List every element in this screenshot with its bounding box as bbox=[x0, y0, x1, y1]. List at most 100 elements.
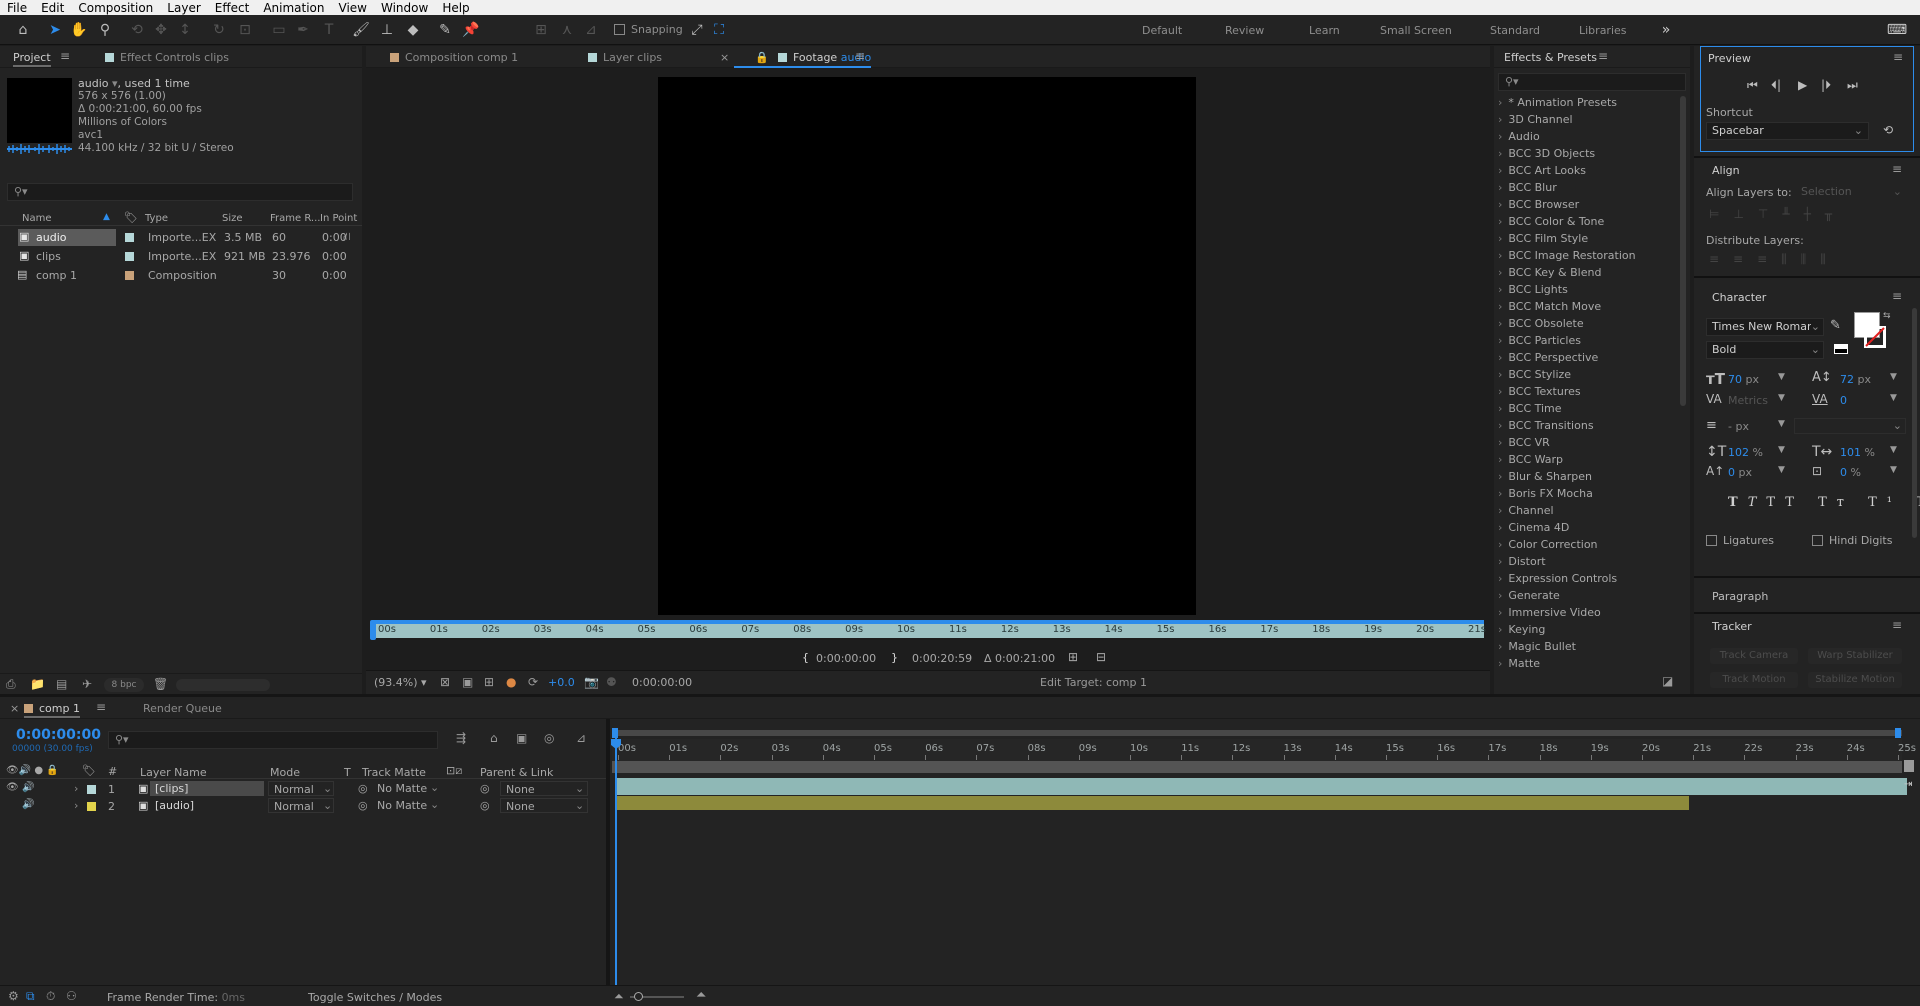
effects-category-item[interactable]: › Magic Bullet bbox=[1498, 640, 1576, 653]
zoom-slider-handle[interactable] bbox=[634, 992, 643, 1001]
horizontal-scale-field[interactable]: 101 % bbox=[1840, 446, 1875, 459]
font-size-field[interactable]: 70 px bbox=[1728, 373, 1759, 386]
bit-depth-button[interactable]: 8 bpc bbox=[104, 678, 144, 692]
tracking-field[interactable]: 0 bbox=[1840, 394, 1847, 407]
dolly-tool-icon[interactable]: ↕ bbox=[174, 19, 196, 41]
pan-tool-icon[interactable]: ✥ bbox=[150, 19, 172, 41]
tab-effect-controls[interactable]: Effect Controls clips bbox=[105, 51, 229, 64]
new-preset-icon[interactable]: ◪ bbox=[1662, 674, 1673, 688]
last-frame-icon[interactable]: ⏭ bbox=[1847, 78, 1858, 93]
transfer-controls-toggle-icon[interactable]: ⧉ bbox=[26, 989, 35, 1004]
hindi-digits-toggle[interactable]: Hindi Digits bbox=[1812, 534, 1892, 547]
ligatures-toggle[interactable]: Ligatures bbox=[1706, 534, 1774, 547]
timeline-splitter[interactable] bbox=[606, 719, 610, 1006]
chevron-down-icon[interactable]: ▼ bbox=[1890, 372, 1897, 382]
snap-features-icon[interactable]: ⛶ bbox=[708, 19, 730, 41]
layer-bar-audio[interactable] bbox=[617, 796, 1689, 810]
chevron-down-icon[interactable]: ▼ bbox=[1778, 465, 1785, 475]
ripple-insert-icon[interactable]: ⊞ bbox=[1068, 650, 1078, 664]
workspace-small-screen[interactable]: Small Screen bbox=[1380, 24, 1452, 37]
magnification-dropdown[interactable]: (93.4%) ▾ bbox=[374, 676, 427, 689]
footage-preview-canvas[interactable] bbox=[658, 77, 1196, 615]
blend-mode-dropdown[interactable]: Normal ⌄ bbox=[268, 781, 334, 796]
effects-category-item[interactable]: › BCC Blur bbox=[1498, 181, 1557, 194]
label-column-icon[interactable]: 🏷 bbox=[124, 211, 138, 224]
effects-category-item[interactable]: › Matte bbox=[1498, 657, 1540, 670]
render-time-toggle-icon[interactable]: ⚇ bbox=[66, 989, 77, 1003]
timeline-layer-row[interactable]: 🔊 › 2 ▣ [audio] Normal ⌄ ◎ No Matte ⌄ ◎ None ⌄ bbox=[0, 798, 606, 814]
swap-colors-icon[interactable]: ⇆ bbox=[1883, 311, 1891, 321]
parent-pickwhip-icon[interactable]: ◎ bbox=[480, 799, 490, 812]
chevron-down-icon[interactable]: ▼ bbox=[1778, 419, 1785, 429]
distribute-buttons-row[interactable]: ≡≡≡⫼⫼⫼ bbox=[1709, 252, 1840, 267]
effects-category-item[interactable]: › BCC Color & Tone bbox=[1498, 215, 1604, 228]
effects-category-item[interactable]: › BCC Perspective bbox=[1498, 351, 1598, 364]
effects-category-item[interactable]: › BCC Stylize bbox=[1498, 368, 1571, 381]
chevron-down-icon[interactable]: ▼ bbox=[1778, 372, 1785, 382]
effects-category-item[interactable]: › BCC Transitions bbox=[1498, 419, 1594, 432]
effects-category-item[interactable]: › BCC Key & Blend bbox=[1498, 266, 1601, 279]
effects-menu-icon[interactable]: ≡ bbox=[1598, 49, 1608, 63]
tsume-field[interactable]: 0 % bbox=[1840, 466, 1861, 479]
snapping-toggle[interactable]: Snapping bbox=[614, 23, 683, 36]
parent-pickwhip-icon[interactable]: ◎ bbox=[480, 782, 490, 795]
vertical-scale-field[interactable]: 102 % bbox=[1728, 446, 1763, 459]
comp-marker-bin-icon[interactable] bbox=[1904, 760, 1914, 772]
kerning-field[interactable]: Metrics bbox=[1728, 394, 1768, 407]
menu-layer[interactable]: Layer bbox=[160, 1, 207, 15]
effects-category-item[interactable]: › BCC Image Restoration bbox=[1498, 249, 1636, 262]
workspace-review[interactable]: Review bbox=[1225, 24, 1264, 37]
in-point-bracket-icon[interactable]: { bbox=[802, 651, 809, 664]
menu-window[interactable]: Window bbox=[374, 1, 435, 15]
effects-category-item[interactable]: › BCC Match Move bbox=[1498, 300, 1601, 313]
effects-category-item[interactable]: › BCC VR bbox=[1498, 436, 1550, 449]
timeline-layer-row[interactable]: 👁 🔊 › 1 ▣ [clips] Normal ⌄ ◎ No Matte ⌄ ◎ None ⌄ bbox=[0, 781, 606, 797]
local-axis-icon[interactable]: ⊞ bbox=[530, 19, 552, 41]
motion-blur-icon[interactable]: ◎ bbox=[544, 731, 554, 745]
effects-category-item[interactable]: › BCC Lights bbox=[1498, 283, 1568, 296]
col-frame-rate[interactable]: Frame R... bbox=[270, 213, 320, 224]
effects-category-item[interactable]: › BCC Browser bbox=[1498, 198, 1579, 211]
menu-file[interactable]: File bbox=[0, 1, 34, 15]
shy-layers-icon[interactable]: ▣ bbox=[516, 731, 527, 745]
effects-category-item[interactable]: › * Animation Presets bbox=[1498, 96, 1617, 109]
character-menu-icon[interactable]: ≡ bbox=[1892, 289, 1902, 303]
paragraph-title[interactable]: Paragraph bbox=[1712, 590, 1768, 603]
effects-category-item[interactable]: › BCC Obsolete bbox=[1498, 317, 1584, 330]
chevron-right-icon[interactable]: › bbox=[74, 782, 78, 795]
timeline-current-time[interactable]: 0:00:00:00 bbox=[16, 727, 101, 743]
menu-animation[interactable]: Animation bbox=[256, 1, 331, 15]
roto-brush-tool-icon[interactable]: ✎ bbox=[434, 19, 456, 41]
effects-category-item[interactable]: › BCC Film Style bbox=[1498, 232, 1588, 245]
blend-mode-dropdown[interactable]: Normal ⌄ bbox=[268, 798, 334, 813]
project-settings-icon[interactable]: ✈ bbox=[82, 677, 92, 691]
project-row-clips[interactable]: ▣ clips Importe...EX 921 MB 23.976 0:00 bbox=[0, 248, 362, 265]
font-style-dropdown[interactable]: Bold ⌄ bbox=[1706, 341, 1824, 359]
snapshot-icon[interactable]: 📷 bbox=[584, 675, 599, 689]
col-type[interactable]: Type bbox=[145, 213, 168, 224]
brush-tool-icon[interactable]: 🖌 bbox=[350, 19, 372, 41]
flowchart-icon[interactable]: ⛙ bbox=[343, 230, 351, 245]
first-frame-icon[interactable]: ⏮ bbox=[1747, 78, 1758, 93]
interpret-footage-icon[interactable]: ⎙ bbox=[6, 677, 16, 692]
chevron-down-icon[interactable]: ▼ bbox=[1890, 465, 1897, 475]
effects-category-item[interactable]: › Keying bbox=[1498, 623, 1545, 636]
zoom-in-icon[interactable]: ⏶ bbox=[696, 988, 706, 1003]
out-point-time[interactable]: 0:00:20:59 bbox=[912, 652, 972, 665]
composition-mini-flowchart-icon[interactable]: ⇶ bbox=[456, 731, 466, 745]
tracker-menu-icon[interactable]: ≡ bbox=[1892, 618, 1902, 632]
snap-options-icon[interactable]: ⤢ bbox=[686, 19, 708, 41]
align-menu-icon[interactable]: ≡ bbox=[1892, 162, 1902, 176]
layer-label-swatch[interactable] bbox=[87, 802, 96, 811]
view-axis-icon[interactable]: ⊿ bbox=[580, 19, 602, 41]
layer-switches-toggle-icon[interactable]: ⚙ bbox=[8, 989, 19, 1003]
col-track-matte[interactable]: Track Matte bbox=[362, 766, 426, 779]
tab-layer-clips[interactable]: Layer clips bbox=[588, 51, 662, 64]
effects-category-item[interactable]: › Cinema 4D bbox=[1498, 521, 1569, 534]
menu-effect[interactable]: Effect bbox=[208, 1, 257, 15]
pen-tool-icon[interactable]: ✒ bbox=[292, 19, 314, 41]
tab-project[interactable]: Project bbox=[13, 51, 51, 67]
character-scrollbar[interactable] bbox=[1912, 308, 1917, 538]
effects-category-item[interactable]: › Immersive Video bbox=[1498, 606, 1601, 619]
type-tool-icon[interactable]: T bbox=[318, 19, 340, 41]
